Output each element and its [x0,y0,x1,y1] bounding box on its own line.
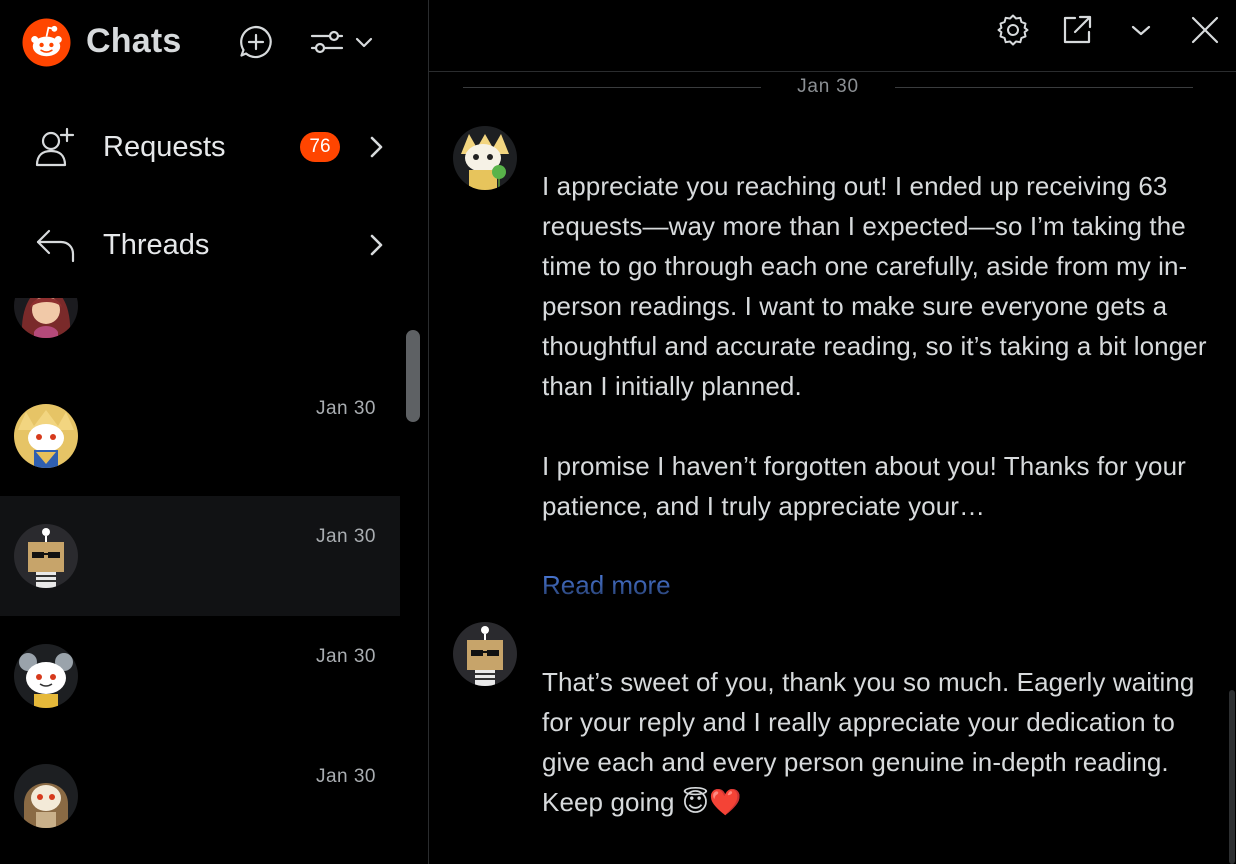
separator-line [895,87,1193,88]
new-chat-button[interactable] [236,22,276,62]
chat-list-item[interactable] [0,298,400,348]
chevron-down-icon [355,37,373,48]
reddit-logo-icon [22,18,71,67]
conversation-scrollbar[interactable] [1229,690,1235,864]
chat-list-item-selected[interactable]: Jan 30 [0,496,400,616]
avatar [14,524,78,588]
avatar [14,764,78,828]
chat-list-item[interactable]: Jan 30 [0,376,400,496]
chat-date: Jan 30 [315,526,376,547]
popout-button[interactable] [1059,12,1095,48]
message-paragraph: That’s sweet of you, thank you so much. … [542,667,1195,777]
sidebar-scrollbar-thumb[interactable] [406,330,420,422]
message-body: I appreciate you reaching out! I ended u… [542,166,1212,526]
conversation-pane: Jan 30 I appreciate you reaching out! I … [429,0,1236,864]
chat-list: Jan 30 Jan 30 Jan 30 Jan 30 [0,298,400,864]
chevron-right-icon [370,234,383,256]
message-paragraph: I promise I haven’t forgotten about you!… [542,451,1186,521]
nav-requests[interactable]: Requests 76 [0,112,400,182]
collapse-button[interactable] [1123,12,1159,48]
date-separator: Jan 30 [463,74,1193,100]
message-paragraph: Keep going 😇❤️ [542,787,742,817]
chat-date: Jan 30 [315,646,376,667]
chat-sidebar: Chats Requests 76 Threads Jan 30 Jan 30 … [0,0,428,864]
popout-icon [1063,15,1092,44]
message-meta [541,134,551,160]
avatar [14,404,78,468]
avatar [14,298,78,338]
message-paragraph: I appreciate you reaching out! I ended u… [542,171,1207,401]
message-avatar[interactable] [453,126,517,190]
read-more-link[interactable]: Read more [542,570,671,601]
add-user-icon [32,124,78,170]
chat-list-item[interactable]: Jan 30 [0,616,400,736]
message-meta [541,628,551,654]
chat-date: Jan 30 [315,766,376,787]
avatar [14,644,78,708]
new-chat-icon [240,25,272,59]
chat-list-item[interactable]: Jan 30 [0,736,400,856]
sidebar-scrollbar[interactable] [406,330,420,422]
conversation-header [429,0,1236,72]
nav-requests-label: Requests [103,130,226,163]
close-icon [1191,16,1219,44]
message-avatar[interactable] [453,622,517,686]
gear-icon [997,14,1029,46]
chevron-down-icon [1131,25,1151,36]
message-body: That’s sweet of you, thank you so much. … [542,662,1212,822]
chevron-right-icon [370,136,383,158]
reply-icon [32,222,78,268]
settings-button[interactable] [995,12,1031,48]
filter-button[interactable] [306,22,382,62]
close-button[interactable] [1187,12,1223,48]
chat-date: Jan 30 [315,398,376,419]
sidebar-title: Chats [86,22,182,60]
filter-icon [310,30,344,54]
requests-count-badge: 76 [300,132,340,162]
nav-threads[interactable]: Threads [0,210,400,280]
nav-threads-label: Threads [103,228,210,261]
